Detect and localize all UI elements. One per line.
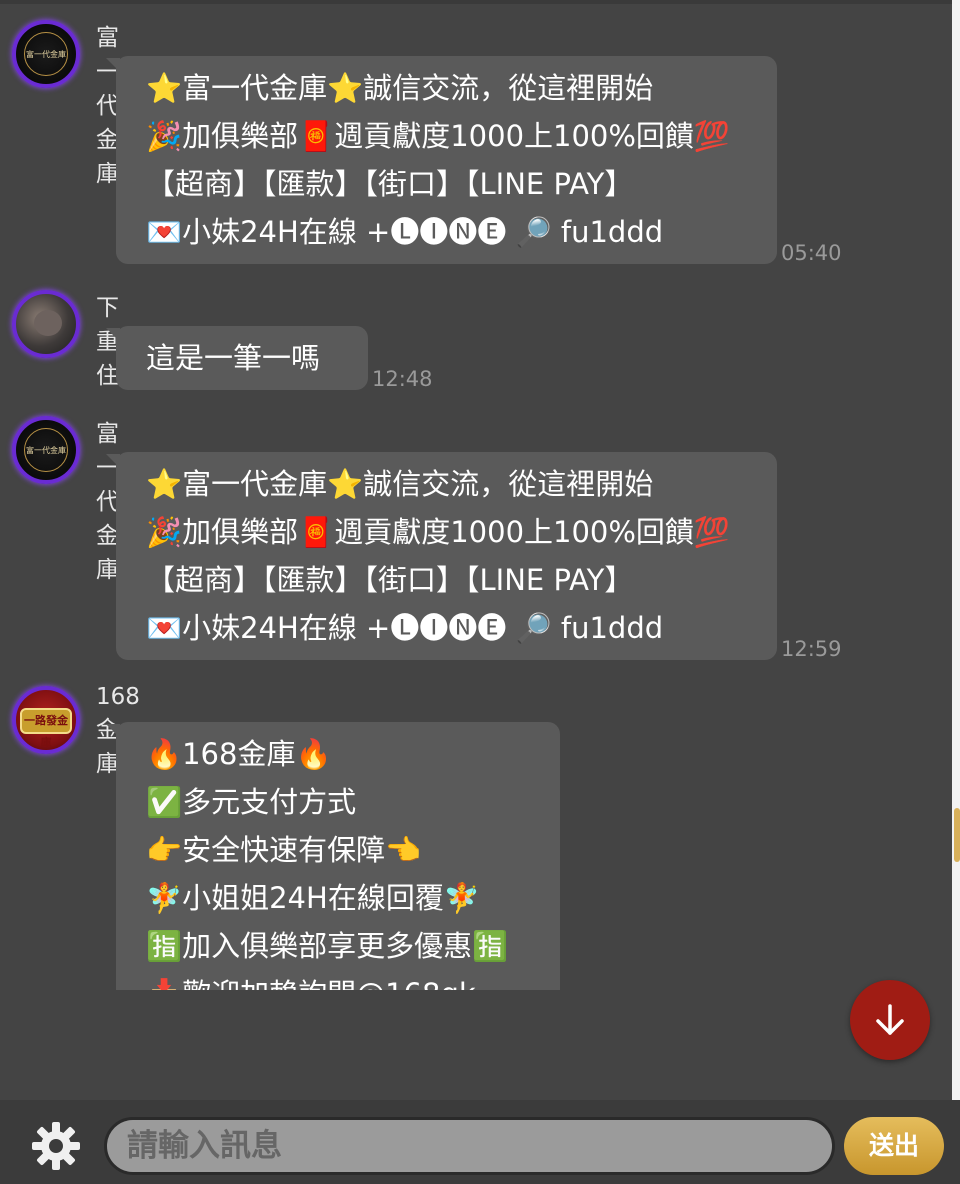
message-line: 🔥168金庫🔥 [146,737,332,771]
message-line: ✅多元支付方式 [146,785,357,819]
send-button[interactable]: 送出 [844,1117,944,1175]
message-line: ⭐富一代金庫⭐誠信交流，從這裡開始 [146,467,654,501]
message-input-placeholder: 請輸入訊息 [127,1128,282,1164]
message-bubble[interactable]: 這是一筆一嗎 [106,326,368,390]
sender-avatar[interactable]: 富一代金庫 [12,416,80,484]
message-bubble[interactable]: ⭐富一代金庫⭐誠信交流，從這裡開始 🎉加俱樂部🧧週貢獻度1000上100%回饋💯… [106,452,777,660]
avatar-logo-text: 富一代金庫 [26,50,66,59]
message-bubble[interactable]: 🔥168金庫🔥 ✅多元支付方式 👉安全快速有保障👈 🧚小姐姐24H在線回覆🧚 🈯… [106,722,560,990]
message-timestamp: 05:40 [781,241,842,265]
sender-avatar[interactable]: 一路發金庫 [12,686,80,754]
scrollbar-track[interactable] [952,0,960,1100]
gear-icon [32,1122,80,1170]
message-bubble[interactable]: ⭐富一代金庫⭐誠信交流，從這裡開始 🎉加俱樂部🧧週貢獻度1000上100%回饋💯… [106,56,777,264]
message-line: 👉安全快速有保障👈 [146,833,422,867]
message-line: 這是一筆一嗎 [146,341,321,375]
sender-avatar[interactable] [12,290,80,358]
message-line: 💌小妹24H在線 +🅛🅘🅝🅔 🔎 fu1ddd [146,215,664,249]
avatar-logo-text: 一路發金庫 [24,714,68,749]
sender-avatar[interactable]: 富一代金庫 [12,20,80,88]
message-line: 🎉加俱樂部🧧週貢獻度1000上100%回饋💯 [146,515,731,549]
message-line: 🈯加入俱樂部享更多優惠🈯 [146,929,509,963]
message-line: 🎉加俱樂部🧧週貢獻度1000上100%回饋💯 [146,119,731,153]
message-timestamp: 12:59 [781,637,842,661]
settings-button[interactable] [30,1120,82,1172]
scroll-to-bottom-button[interactable] [850,980,930,1060]
message-input[interactable]: 請輸入訊息 [104,1117,835,1175]
message-line: 【超商】【匯款】【街口】【LINE PAY】 [146,563,634,597]
message-timestamp: 12:48 [372,367,433,391]
message-line: 【超商】【匯款】【街口】【LINE PAY】 [146,167,634,201]
scrollbar-thumb[interactable] [954,808,960,862]
chat-message-list[interactable]: 富一代金庫 富一代金庫 ⭐富一代金庫⭐誠信交流，從這裡開始 🎉加俱樂部🧧週貢獻度… [0,0,952,990]
arrow-down-icon [876,1004,904,1035]
message-line: ⭐富一代金庫⭐誠信交流，從這裡開始 [146,71,654,105]
message-line: 💌小妹24H在線 +🅛🅘🅝🅔 🔎 fu1ddd [146,611,664,645]
message-line: 🧚小姐姐24H在線回覆🧚 [146,881,480,915]
message-line: 📥歡迎加賴詢問@168gk [116,970,560,990]
avatar-logo-text: 富一代金庫 [26,446,66,455]
